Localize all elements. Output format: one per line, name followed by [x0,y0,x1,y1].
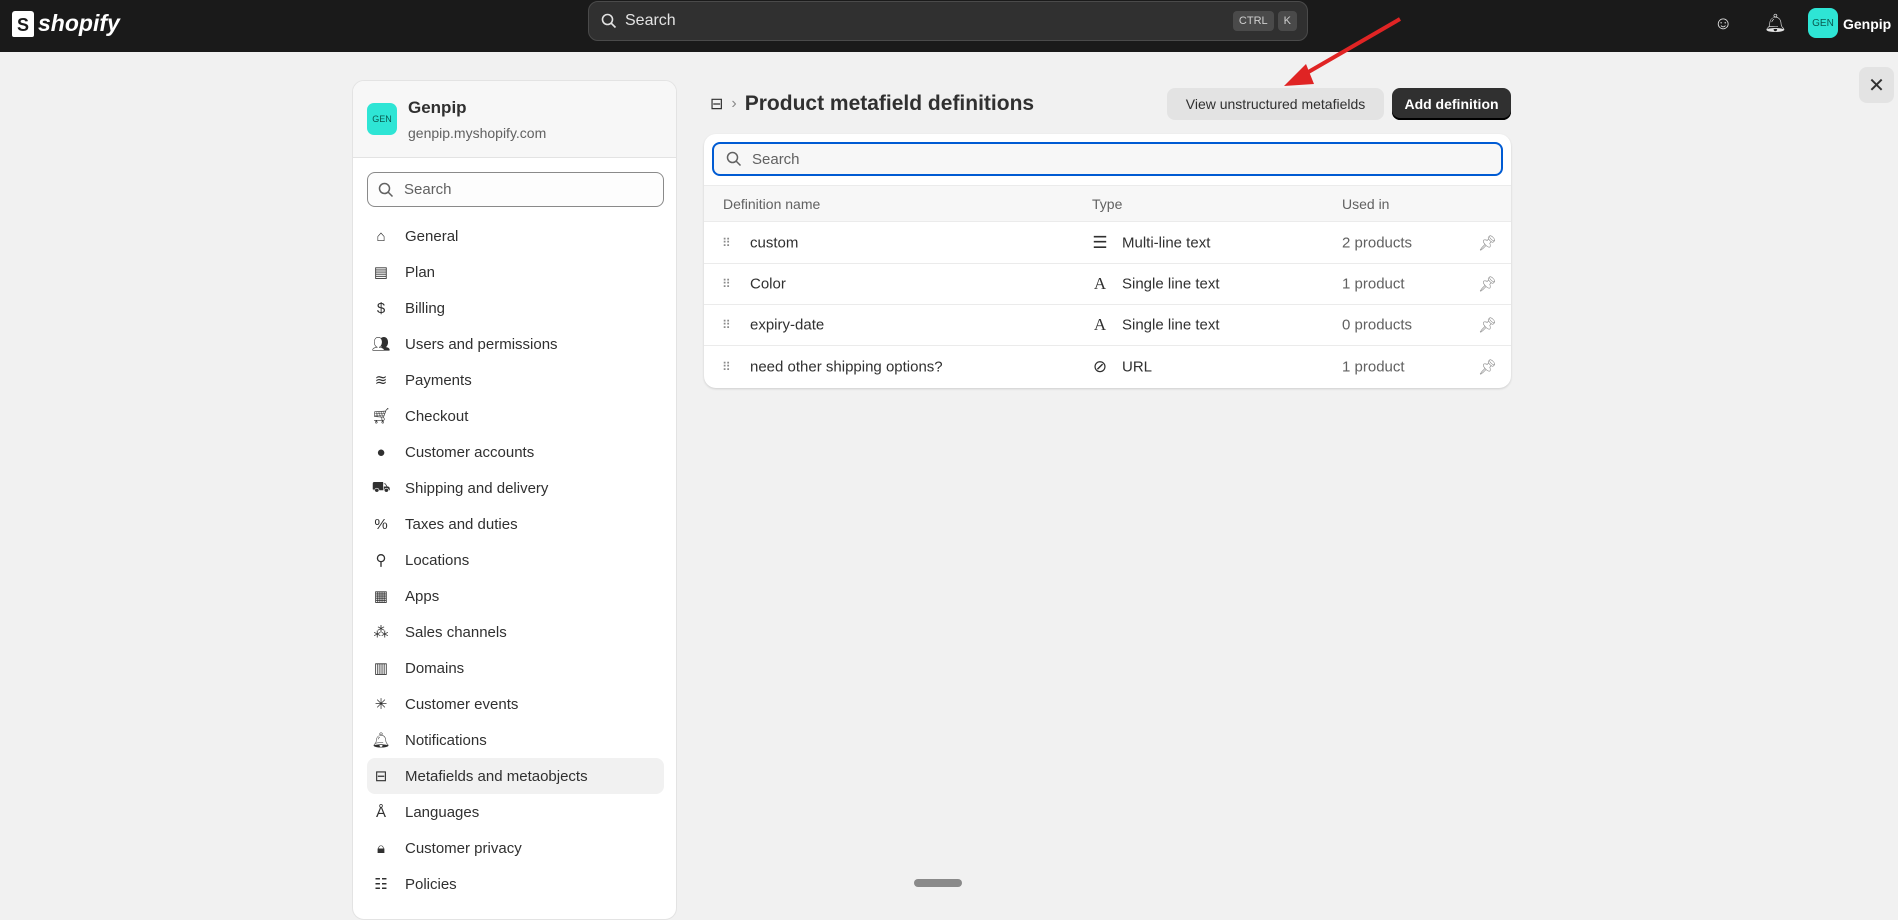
annotation-arrow [1284,17,1402,86]
